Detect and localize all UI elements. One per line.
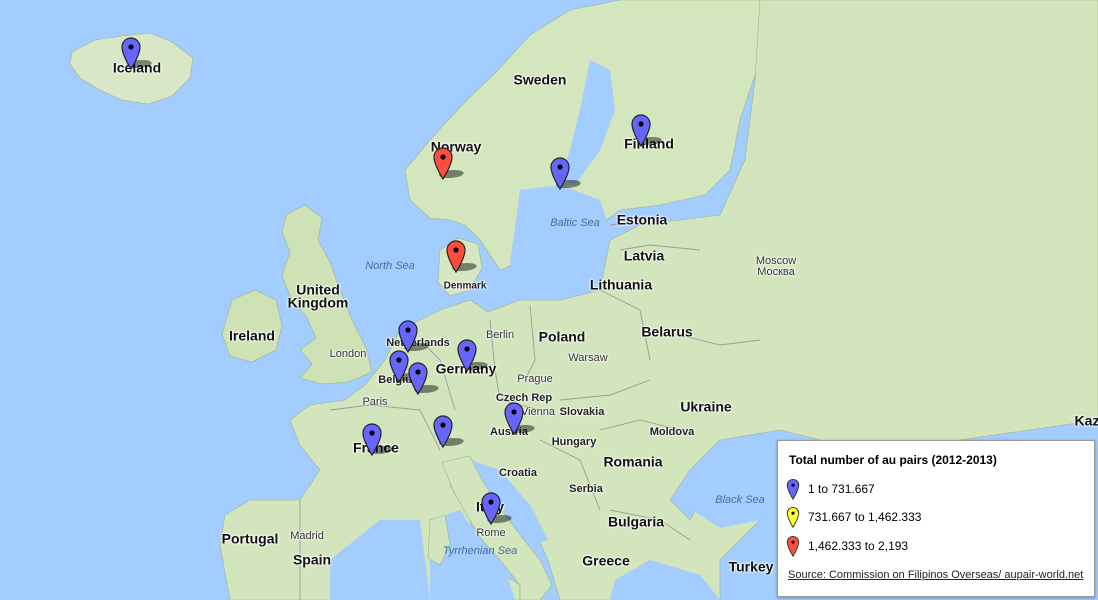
country-label-kaz: Kaz — [1074, 412, 1098, 429]
country-label-poland: Poland — [538, 328, 586, 345]
legend-item-low: 1 to 731.667 — [786, 477, 875, 501]
legend-source-link[interactable]: Source: Commission on Filipinos Overseas… — [788, 569, 1083, 581]
marker-netherlands[interactable] — [397, 319, 429, 354]
legend-panel: Total number of au pairs (2012-2013) 1 t… — [777, 440, 1095, 597]
marker-luxembourg[interactable] — [407, 361, 439, 396]
country-label-belarus: Belarus — [641, 323, 693, 340]
city-label-warsaw: Warsaw — [568, 351, 608, 364]
map-pin-icon — [362, 423, 393, 457]
country-label-serbia: Serbia — [569, 482, 603, 495]
country-label-ireland: Ireland — [229, 327, 275, 344]
country-label-portugal: Portugal — [221, 530, 279, 547]
marker-france[interactable] — [361, 422, 393, 457]
legend-item-mid-label: 731.667 to 1,462.333 — [808, 510, 922, 524]
sea-label-tyrrhenian-sea: Tyrrhenian Sea — [442, 544, 518, 557]
map-pin-icon — [550, 157, 581, 191]
map-pin-icon — [433, 147, 464, 181]
country-label-ukraine: Ukraine — [680, 398, 732, 415]
city-label-prague: Prague — [517, 372, 553, 385]
legend-item-high-label: 1,462.333 to 2,193 — [808, 539, 909, 553]
city-label-paris: Paris — [362, 395, 388, 408]
map-pin-icon — [504, 402, 535, 436]
marker-denmark[interactable] — [445, 239, 477, 274]
marker-italy[interactable] — [480, 491, 512, 526]
country-label-uk-line2: Kingdom — [287, 294, 349, 311]
sea-label-baltic-sea: Baltic Sea — [550, 216, 600, 229]
marker-switzerland[interactable] — [432, 414, 464, 449]
legend-item-high: 1,462.333 to 2,193 — [786, 534, 908, 558]
map-pin-icon — [446, 240, 477, 274]
city-label-london: London — [329, 347, 367, 360]
city-label-madrid: Madrid — [290, 529, 324, 542]
country-label-hungary: Hungary — [551, 435, 597, 448]
marker-norway[interactable] — [432, 146, 464, 181]
country-label-romania: Romania — [603, 453, 663, 470]
country-label-greece: Greece — [582, 552, 630, 569]
map-pin-icon — [631, 114, 662, 148]
marker-sweden[interactable] — [549, 156, 581, 191]
country-label-turkey: Turkey — [728, 558, 774, 575]
blue-marker-icon — [786, 478, 800, 500]
map-pin-icon — [481, 492, 512, 526]
legend-item-low-label: 1 to 731.667 — [808, 482, 875, 496]
legend-title: Total number of au pairs (2012-2013) — [789, 453, 997, 467]
marker-iceland[interactable] — [120, 36, 152, 71]
map-pin-icon — [408, 362, 439, 396]
yellow-marker-icon — [786, 506, 800, 528]
map-pin-icon — [121, 37, 152, 71]
country-label-bulgaria: Bulgaria — [607, 513, 665, 530]
country-label-lithuania: Lithuania — [589, 276, 653, 293]
country-label-latvia: Latvia — [623, 247, 665, 264]
red-marker-icon — [786, 535, 800, 557]
country-label-sweden: Sweden — [513, 71, 567, 88]
map-pin-icon — [457, 339, 488, 373]
marker-germany[interactable] — [456, 338, 488, 373]
map-pin-icon — [433, 415, 464, 449]
city-label-moscow-cyrillic: Москва — [757, 265, 795, 278]
legend-item-mid: 731.667 to 1,462.333 — [786, 505, 921, 529]
country-label-denmark: Denmark — [443, 280, 487, 292]
country-label-croatia: Croatia — [499, 466, 537, 479]
country-label-estonia: Estonia — [616, 211, 668, 228]
country-label-spain: Spain — [292, 551, 332, 568]
country-label-slovakia: Slovakia — [559, 405, 605, 418]
marker-finland[interactable] — [630, 113, 662, 148]
country-label-moldova: Moldova — [649, 425, 695, 438]
city-label-rome: Rome — [476, 526, 506, 539]
sea-label-black-sea: Black Sea — [715, 493, 765, 506]
marker-austria[interactable] — [503, 401, 535, 436]
sea-label-north-sea: North Sea — [365, 259, 415, 272]
